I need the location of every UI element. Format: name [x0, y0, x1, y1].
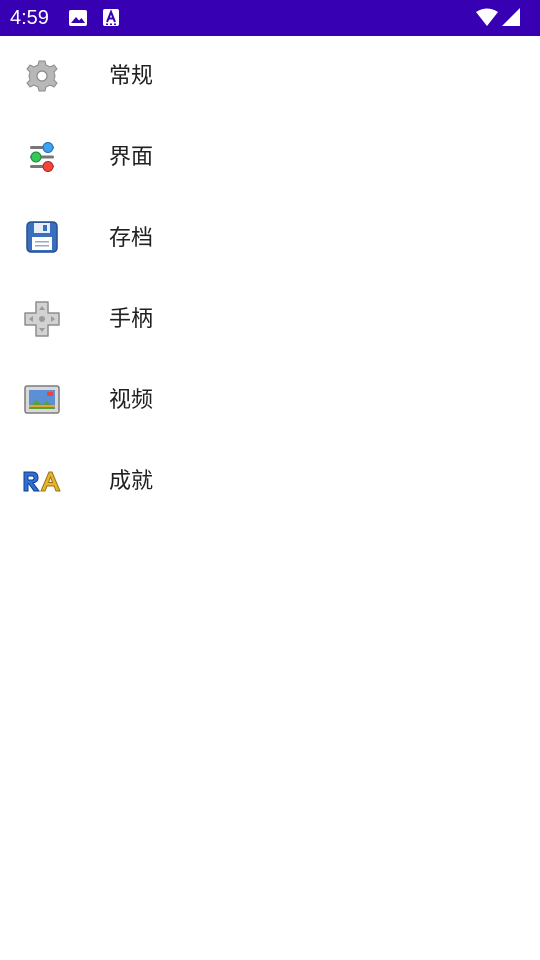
- monitor-picture-icon: [24, 385, 60, 414]
- status-time: 4:59: [10, 7, 49, 29]
- floppy-disk-icon: [26, 221, 58, 253]
- image-icon: [69, 10, 87, 26]
- menu-item-label: 存档: [109, 226, 154, 251]
- menu-item-interface[interactable]: 界面: [0, 117, 540, 198]
- menu-item-label: 成就: [109, 469, 154, 494]
- menu-item-label: 常规: [109, 64, 154, 89]
- menu-item-label: 界面: [109, 145, 154, 170]
- menu-item-label: 视频: [109, 388, 154, 413]
- font-a-icon: [103, 9, 119, 26]
- wifi-icon: [476, 8, 498, 26]
- menu-item-general[interactable]: 常规: [0, 36, 540, 117]
- gear-icon: [26, 60, 58, 92]
- menu-item-save[interactable]: 存档: [0, 198, 540, 279]
- menu-item-label: 手柄: [109, 307, 154, 332]
- menu-item-controller[interactable]: 手柄: [0, 279, 540, 360]
- sliders-icon: [30, 142, 54, 172]
- gamepad-dpad-icon: [24, 301, 60, 337]
- status-bar: 4:59: [0, 0, 540, 36]
- settings-menu: 常规 界面 存档 手柄 视频 成就: [0, 36, 540, 522]
- retroachievements-icon: [23, 471, 61, 492]
- menu-item-video[interactable]: 视频: [0, 360, 540, 441]
- menu-item-achievements[interactable]: 成就: [0, 441, 540, 522]
- signal-icon: [502, 8, 520, 26]
